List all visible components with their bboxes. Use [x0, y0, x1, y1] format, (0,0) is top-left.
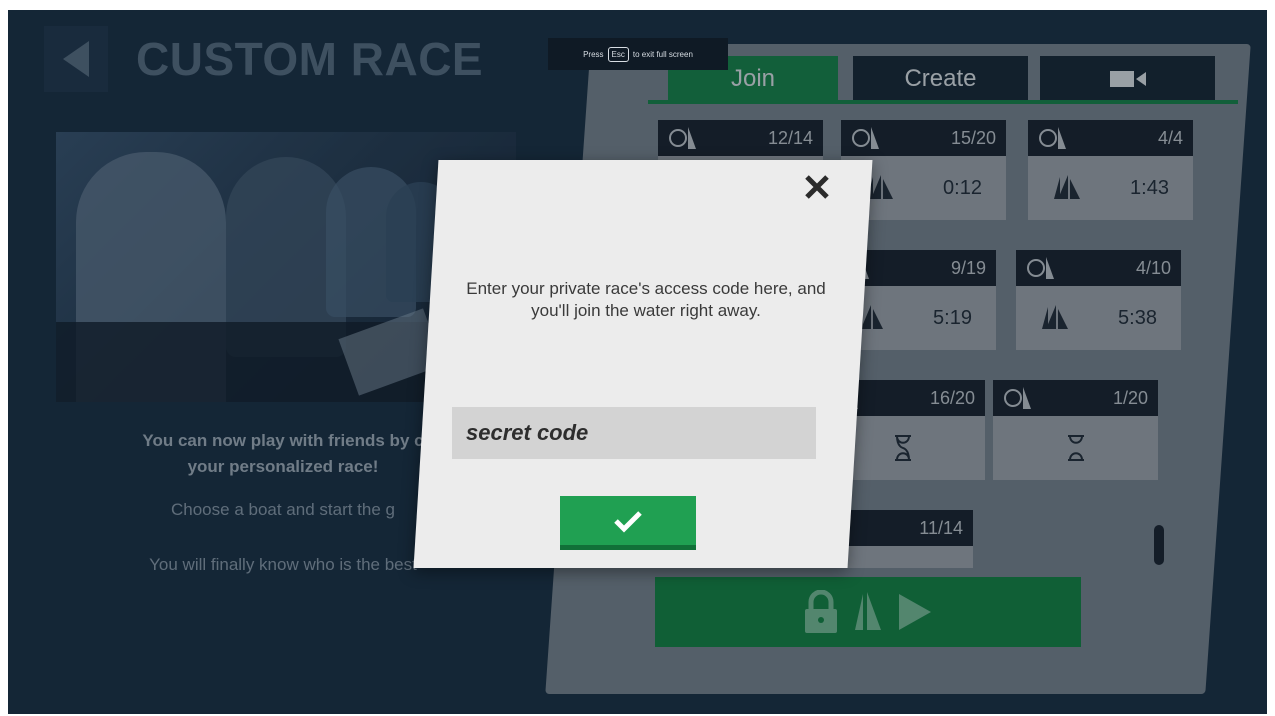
- player-count: 4/10: [1135, 257, 1171, 278]
- player-count: 4/4: [1157, 127, 1183, 148]
- boat-class-icon: [1039, 127, 1066, 149]
- sailboat-icon: [1054, 175, 1081, 199]
- join-private-race-button[interactable]: [655, 577, 1081, 647]
- play-icon: [899, 594, 931, 630]
- race-timer: 5:38: [1118, 306, 1157, 329]
- race-timer: 5:19: [933, 306, 972, 329]
- close-icon: [805, 175, 829, 199]
- tab-video[interactable]: [1040, 56, 1215, 102]
- boat-class-icon: [1004, 387, 1031, 409]
- sailboat-icon: [855, 592, 881, 630]
- tab-underline: [648, 100, 1238, 104]
- player-count: 15/20: [950, 127, 996, 148]
- hourglass-icon: [894, 435, 911, 461]
- boat-class-icon: [852, 127, 879, 149]
- race-timer: 0:12: [943, 176, 982, 199]
- player-count: 12/14: [767, 127, 813, 148]
- scrollbar-thumb[interactable]: [1154, 525, 1164, 565]
- race-timer: 1:43: [1130, 176, 1169, 199]
- dialog-message: Enter your private race's access code he…: [466, 279, 826, 320]
- confirm-button[interactable]: [560, 496, 696, 550]
- access-code-input[interactable]: [452, 407, 816, 459]
- hourglass-icon: [1067, 435, 1084, 461]
- page-title: CUSTOM RACE: [136, 33, 484, 85]
- access-code-dialog: Enter your private race's access code he…: [413, 160, 873, 568]
- player-count: 16/20: [929, 387, 975, 408]
- lock-icon: [805, 590, 837, 633]
- player-count: 1/20: [1112, 387, 1148, 408]
- boat-class-icon: [1027, 257, 1054, 279]
- tab-create[interactable]: Create: [853, 56, 1028, 102]
- race-card[interactable]: 1/20: [993, 380, 1158, 480]
- back-button[interactable]: [44, 26, 108, 92]
- close-button[interactable]: [804, 174, 830, 206]
- checkmark-icon: [614, 510, 642, 533]
- race-card[interactable]: 4/4 1:43: [1028, 120, 1193, 220]
- sailboat-icon: [1042, 305, 1069, 329]
- game-screen: CUSTOM RACE You can now play with friend…: [8, 10, 1267, 714]
- player-count: 11/14: [919, 517, 963, 538]
- boat-class-icon: [669, 127, 696, 149]
- esc-key: Esc: [607, 46, 629, 62]
- fullscreen-hint: Press Esc to exit full screen: [548, 38, 728, 70]
- back-arrow-icon: [63, 41, 89, 77]
- video-camera-icon: [1109, 71, 1146, 87]
- player-count: 9/19: [950, 257, 986, 278]
- race-card[interactable]: 4/10 5:38: [1016, 250, 1181, 350]
